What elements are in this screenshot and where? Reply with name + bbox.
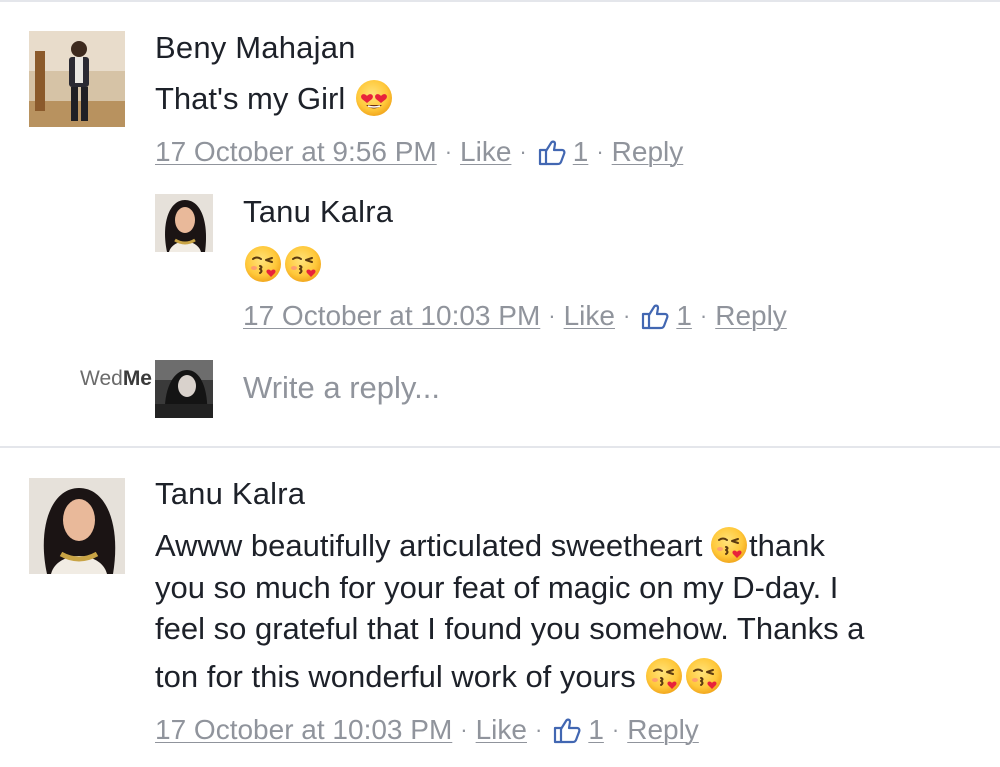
like-link[interactable]: Like <box>460 136 511 168</box>
comment-author-name[interactable]: Tanu Kalra <box>155 476 305 512</box>
separator-dot: · <box>611 717 620 742</box>
avatar-tanu-kalra[interactable] <box>29 478 125 574</box>
separator-dot: · <box>548 303 556 328</box>
current-user-avatar <box>155 360 213 418</box>
heart-eyes-emoji-icon <box>354 78 394 118</box>
comment-text-line-3: feel so grateful that I found you someho… <box>155 611 865 646</box>
kiss-emoji-icon <box>684 656 724 696</box>
separator-dot: · <box>699 303 708 328</box>
like-count[interactable]: 1 <box>676 300 692 332</box>
comment-timestamp[interactable]: 17 October at 10:03 PM <box>155 714 452 746</box>
comment-text-line: Awww beautifully articulated sweetheart <box>155 528 703 563</box>
thumbs-up-icon <box>537 137 567 167</box>
like-count[interactable]: 1 <box>588 714 604 746</box>
kiss-emoji-icon <box>243 244 283 284</box>
watermark: WedMe <box>80 367 152 391</box>
kiss-emoji-icon <box>709 525 749 565</box>
avatar-beny-mahajan[interactable] <box>29 31 125 127</box>
watermark-part2: Me <box>122 367 152 390</box>
comment-timestamp[interactable]: 17 October at 9:56 PM <box>155 136 437 168</box>
comment-text-line-4: ton for this wonderful work of yours <box>155 657 724 697</box>
separator-dot: · <box>460 717 468 742</box>
comment-text: That's my Girl <box>155 79 394 119</box>
thumbs-up-icon <box>552 715 582 745</box>
thumbs-up-icon <box>640 301 670 331</box>
write-reply-input[interactable]: Write a reply... <box>243 370 440 406</box>
separator-dot: · <box>519 139 527 164</box>
comment-text-line-1: Awww beautifully articulated sweetheart … <box>155 526 825 566</box>
reply-link[interactable]: Reply <box>612 136 684 168</box>
reply-link[interactable]: Reply <box>715 300 787 332</box>
comment-meta: 17 October at 10:03 PM · Like · 1 · Repl… <box>155 714 699 746</box>
comment-text-line: thank <box>749 528 825 563</box>
comment-meta: 17 October at 9:56 PM · Like · 1 · Reply <box>155 136 683 168</box>
reply-text <box>243 245 323 285</box>
separator-dot: · <box>444 139 453 164</box>
comment-divider <box>0 446 1000 448</box>
separator-dot: · <box>534 717 543 742</box>
separator-dot: · <box>622 303 631 328</box>
like-count[interactable]: 1 <box>573 136 589 168</box>
reply-meta: 17 October at 10:03 PM · Like · 1 · Repl… <box>243 300 787 332</box>
reply-author-name[interactable]: Tanu Kalra <box>243 194 393 230</box>
comment-text-content: That's my Girl <box>155 81 346 116</box>
like-link[interactable]: Like <box>476 714 527 746</box>
comment-text-line-2: you so much for your feat of magic on my… <box>155 570 839 605</box>
comment-author-name[interactable]: Beny Mahajan <box>155 30 356 66</box>
reply-timestamp[interactable]: 17 October at 10:03 PM <box>243 300 540 332</box>
avatar-tanu-kalra[interactable] <box>155 194 213 252</box>
reply-link[interactable]: Reply <box>627 714 699 746</box>
kiss-emoji-icon <box>283 244 323 284</box>
separator-dot: · <box>596 139 604 164</box>
like-link[interactable]: Like <box>564 300 615 332</box>
kiss-emoji-icon <box>644 656 684 696</box>
watermark-part1: Wed <box>80 367 123 390</box>
top-divider <box>0 0 1000 2</box>
comment-text-line: ton for this wonderful work of yours <box>155 659 636 694</box>
